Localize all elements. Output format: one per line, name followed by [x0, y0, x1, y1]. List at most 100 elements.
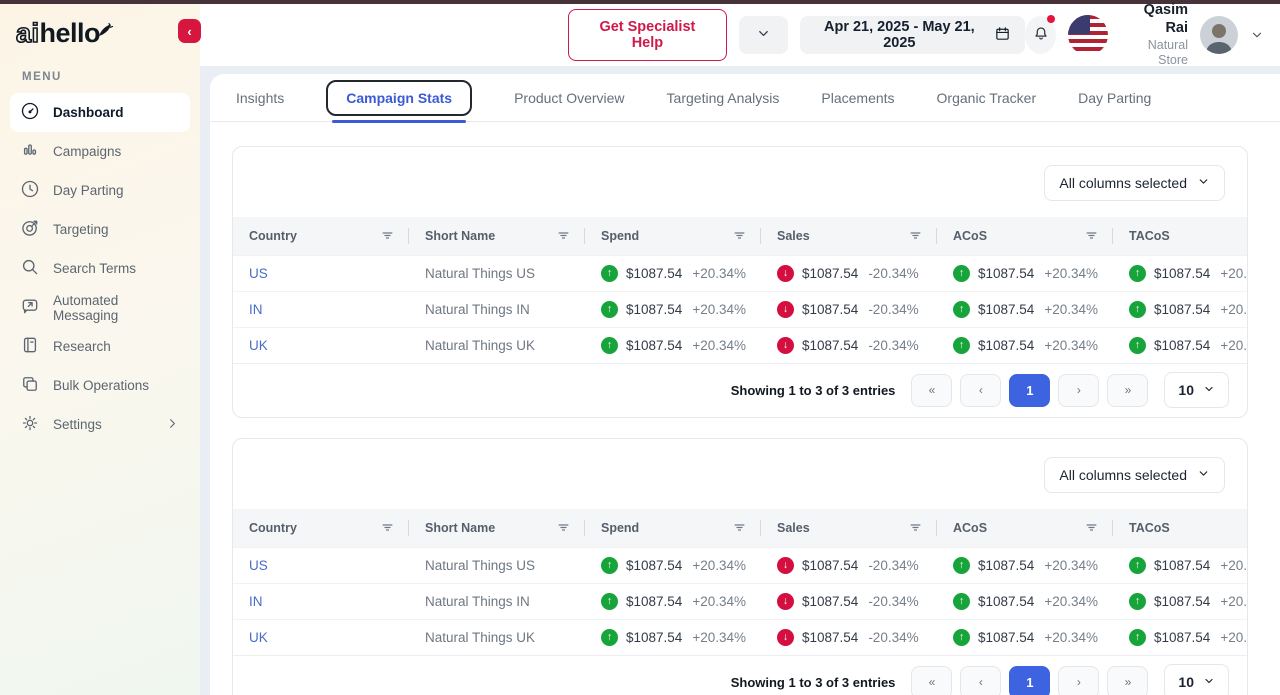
country-link[interactable]: UK [249, 338, 268, 353]
campaign-stats-table: Country Short Name Spend Sales ACoS TACo… [233, 217, 1248, 363]
metric-value: $1087.54 [1154, 338, 1210, 353]
sidebar-item-day-parting[interactable]: Day Parting [10, 171, 190, 210]
tab-organic-tracker[interactable]: Organic Tracker [937, 90, 1037, 106]
tab-placements[interactable]: Placements [821, 90, 894, 106]
sidebar-item-search-terms[interactable]: Search Terms [10, 249, 190, 288]
tab-targeting-analysis[interactable]: Targeting Analysis [667, 90, 780, 106]
next-page-button[interactable]: › [1058, 666, 1099, 695]
metric-pct: +20.34% [1220, 266, 1248, 281]
metric-pct: +20.34% [1220, 594, 1248, 609]
columns-select-label: All columns selected [1059, 175, 1187, 191]
filter-icon[interactable] [380, 228, 395, 243]
filter-icon[interactable] [908, 228, 923, 243]
metric-value: $1087.54 [1154, 266, 1210, 281]
sales-metric: ↓$1087.54-20.34% [777, 301, 921, 318]
filter-icon[interactable] [732, 228, 747, 243]
page-size-value: 10 [1178, 382, 1194, 398]
first-page-button[interactable]: « [911, 666, 952, 695]
sidebar-item-settings[interactable]: Settings [10, 405, 190, 444]
header-dropdown-button[interactable] [739, 16, 789, 54]
user-menu-chevron-icon[interactable] [1250, 28, 1264, 42]
notifications-button[interactable] [1025, 16, 1056, 54]
sidebar-item-label: Search Terms [53, 261, 136, 276]
tab-day-parting[interactable]: Day Parting [1078, 90, 1151, 106]
sidebar-item-bulk-operations[interactable]: Bulk Operations [10, 366, 190, 405]
tab-campaign-stats[interactable]: Campaign Stats [326, 80, 472, 116]
filter-icon[interactable] [380, 520, 395, 535]
pagination-bar: Showing 1 to 3 of 3 entries « ‹ 1 › » 10 [233, 363, 1247, 417]
date-range-picker[interactable]: Apr 21, 2025 - May 21, 2025 [800, 16, 1025, 54]
target-icon [20, 218, 40, 241]
filter-icon[interactable] [1084, 228, 1099, 243]
prev-page-button[interactable]: ‹ [960, 374, 1001, 407]
get-specialist-help-button[interactable]: Get Specialist Help [568, 9, 727, 61]
filter-icon[interactable] [556, 520, 571, 535]
country-link[interactable]: IN [249, 594, 263, 609]
sidebar-item-dashboard[interactable]: Dashboard [10, 93, 190, 132]
filter-icon[interactable] [556, 228, 571, 243]
page-size-select[interactable]: 10 [1164, 664, 1229, 695]
columns-select-dropdown[interactable]: All columns selected [1044, 457, 1225, 493]
country-link[interactable]: IN [249, 302, 263, 317]
trend-up-icon: ↑ [601, 265, 618, 282]
trend-up-icon: ↑ [1129, 557, 1146, 574]
bar-chart-icon [20, 140, 40, 163]
column-header: Country [249, 521, 297, 535]
country-link[interactable]: UK [249, 630, 268, 645]
trend-up-icon: ↑ [953, 593, 970, 610]
prev-page-button[interactable]: ‹ [960, 666, 1001, 695]
last-page-button[interactable]: » [1107, 666, 1148, 695]
sidebar: aihello MENU Dashboard Campaigns Day Par… [0, 4, 200, 695]
metric-pct: +20.34% [692, 594, 746, 609]
filter-icon[interactable] [732, 520, 747, 535]
last-page-button[interactable]: » [1107, 374, 1148, 407]
tab-product-overview[interactable]: Product Overview [514, 90, 624, 106]
metric-pct: -20.34% [868, 558, 918, 573]
metric-value: $1087.54 [802, 558, 858, 573]
metric-pct: -20.34% [868, 594, 918, 609]
top-header-bar: ‹ Get Specialist Help Apr 21, 2025 - May… [200, 4, 1280, 66]
spend-metric: ↑$1087.54+20.34% [601, 593, 745, 610]
metric-pct: +20.34% [1220, 302, 1248, 317]
metric-pct: -20.34% [868, 630, 918, 645]
rocket-doodle-icon [96, 16, 114, 47]
sidebar-item-automated-messaging[interactable]: Automated Messaging [10, 288, 190, 327]
sidebar-item-research[interactable]: Research [10, 327, 190, 366]
metric-pct: +20.34% [1044, 266, 1098, 281]
trend-up-icon: ↑ [953, 557, 970, 574]
page-1-button[interactable]: 1 [1009, 374, 1050, 407]
column-header: Spend [601, 521, 639, 535]
country-link[interactable]: US [249, 558, 268, 573]
sidebar-collapse-button[interactable]: ‹ [178, 19, 201, 43]
metric-pct: +20.34% [1044, 338, 1098, 353]
user-info[interactable]: Qasim Rai Natural Store [1128, 1, 1188, 69]
sidebar-item-targeting[interactable]: Targeting [10, 210, 190, 249]
spend-metric: ↑$1087.54+20.34% [601, 301, 745, 318]
trend-down-icon: ↓ [777, 593, 794, 610]
sales-metric: ↓$1087.54-20.34% [777, 337, 921, 354]
sidebar-item-label: Bulk Operations [53, 378, 149, 393]
trend-up-icon: ↑ [953, 301, 970, 318]
page-1-button[interactable]: 1 [1009, 666, 1050, 695]
column-header: ACoS [953, 229, 987, 243]
avatar[interactable] [1200, 16, 1238, 54]
spend-metric: ↑$1087.54+20.34% [601, 629, 745, 646]
message-icon [20, 296, 40, 319]
filter-icon[interactable] [1084, 520, 1099, 535]
panel-body: All columns selected Country Short Name … [210, 122, 1280, 695]
acos-metric: ↑$1087.54+20.34% [953, 337, 1097, 354]
first-page-button[interactable]: « [911, 374, 952, 407]
us-flag-icon[interactable] [1068, 15, 1108, 55]
filter-icon[interactable] [908, 520, 923, 535]
metric-value: $1087.54 [626, 630, 682, 645]
content-panel: Insights Campaign Stats Product Overview… [210, 74, 1280, 695]
tab-insights[interactable]: Insights [236, 90, 284, 106]
short-name: Natural Things UK [425, 338, 535, 353]
country-link[interactable]: US [249, 266, 268, 281]
column-header: Short Name [425, 229, 495, 243]
sidebar-item-campaigns[interactable]: Campaigns [10, 132, 190, 171]
next-page-button[interactable]: › [1058, 374, 1099, 407]
page-size-select[interactable]: 10 [1164, 372, 1229, 408]
sidebar-item-label: Dashboard [53, 105, 124, 120]
columns-select-dropdown[interactable]: All columns selected [1044, 165, 1225, 201]
